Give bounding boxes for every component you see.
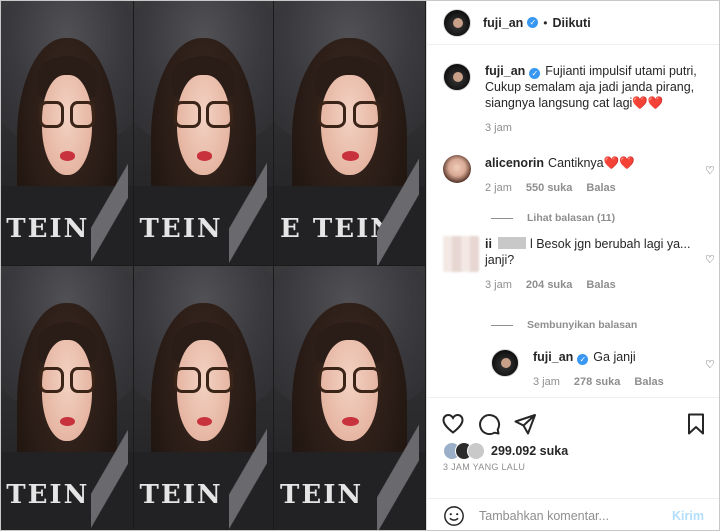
likes-summary[interactable]: 299.092 suka: [443, 442, 568, 460]
comment-likes[interactable]: 550 suka: [526, 180, 572, 196]
bookmark-icon[interactable]: [684, 412, 708, 436]
comment-item: ii l Besok jgn berubah lagi ya... janji? …: [443, 236, 709, 293]
comment-heart-icon[interactable]: ♡: [705, 253, 716, 266]
photo-tile: TEIN: [1, 266, 134, 530]
commenter-avatar-blurred[interactable]: [443, 236, 479, 272]
shirt-print: TEIN: [6, 479, 90, 510]
reply-text: Ga janji: [593, 350, 636, 364]
send-icon[interactable]: [513, 412, 537, 436]
shirt-print: TEIN: [280, 479, 364, 510]
reply-button[interactable]: Balas: [634, 374, 663, 390]
comment-item: alicenorin Cantiknya❤️❤️ 2 jam 550 suka B…: [443, 155, 709, 196]
hide-replies-button[interactable]: Sembunyikan balasan: [491, 319, 637, 331]
verified-badge-icon: ✓: [529, 68, 541, 79]
photo-tile: TEIN: [274, 266, 426, 530]
reply-username[interactable]: fuji_an: [533, 350, 573, 364]
post-time-ago[interactable]: 3 JAM YANG LALU: [443, 462, 525, 472]
photo-tile: TEIN: [134, 1, 274, 266]
comment-heart-icon[interactable]: ♡: [705, 358, 716, 371]
verified-badge-icon: ✓: [577, 354, 589, 365]
comment-heart-icon[interactable]: ♡: [705, 164, 716, 177]
reply-likes[interactable]: 278 suka: [574, 374, 620, 390]
heart-icon[interactable]: [441, 412, 465, 436]
commenter-avatar[interactable]: [443, 155, 471, 183]
shirt-print: TEIN: [139, 479, 223, 510]
comment-input[interactable]: [479, 508, 664, 523]
caption-username[interactable]: fuji_an: [485, 64, 525, 78]
comments-list[interactable]: fuji_an ✓ Fujianti impulsif utami putri, C…: [427, 46, 719, 396]
photo-tile: TEIN: [1, 1, 134, 266]
comment-time[interactable]: 3 jam: [485, 277, 512, 293]
view-replies-button[interactable]: Lihat balasan (11): [491, 212, 615, 224]
comment-username[interactable]: ii: [485, 237, 492, 251]
comment-text: Cantiknya❤️❤️: [548, 156, 635, 170]
post-photo-collage[interactable]: TEIN TEIN E TEIN TEIN TEIN TEIN: [1, 1, 426, 530]
caption: fuji_an ✓ Fujianti impulsif utami putri, C…: [443, 63, 709, 136]
shirt-print: TEIN: [139, 213, 223, 244]
reply-button[interactable]: Balas: [586, 277, 615, 293]
instagram-post-modal: TEIN TEIN E TEIN TEIN TEIN TEIN fuji_an …: [0, 0, 720, 531]
follow-status-button[interactable]: Diikuti: [553, 16, 591, 30]
post-header: fuji_an ✓ • Diikuti: [427, 1, 719, 45]
reply-time[interactable]: 3 jam: [533, 374, 560, 390]
username-redaction: [497, 237, 526, 249]
reply-button[interactable]: Balas: [586, 180, 615, 196]
comment-icon[interactable]: [477, 412, 501, 436]
liker-avatar: [467, 442, 485, 460]
reply-item: fuji_an ✓ Ga janji 3 jam 278 suka Balas: [491, 349, 703, 390]
comment-time[interactable]: 2 jam: [485, 180, 512, 196]
author-avatar[interactable]: [443, 63, 471, 91]
author-avatar[interactable]: [443, 8, 471, 37]
likes-count[interactable]: 299.092 suka: [491, 444, 568, 458]
comment-username[interactable]: alicenorin: [485, 156, 544, 170]
shirt-print: TEIN: [6, 213, 90, 244]
post-actions: 299.092 suka 3 JAM YANG LALU: [427, 397, 719, 507]
emoji-icon[interactable]: [443, 505, 465, 527]
comment-likes[interactable]: 204 suka: [526, 277, 572, 293]
author-username[interactable]: fuji_an: [483, 16, 523, 30]
caption-time[interactable]: 3 jam: [485, 120, 512, 136]
comment-composer: Kirim: [427, 498, 719, 530]
photo-tile: TEIN: [134, 266, 274, 530]
author-avatar[interactable]: [491, 349, 519, 377]
verified-badge-icon: ✓: [527, 17, 539, 28]
post-comment-button[interactable]: Kirim: [672, 509, 704, 523]
photo-tile: E TEIN: [274, 1, 426, 266]
separator-dot: •: [543, 15, 548, 30]
post-sidebar: fuji_an ✓ • Diikuti fuji_an ✓ Fujianti imp…: [426, 1, 719, 530]
